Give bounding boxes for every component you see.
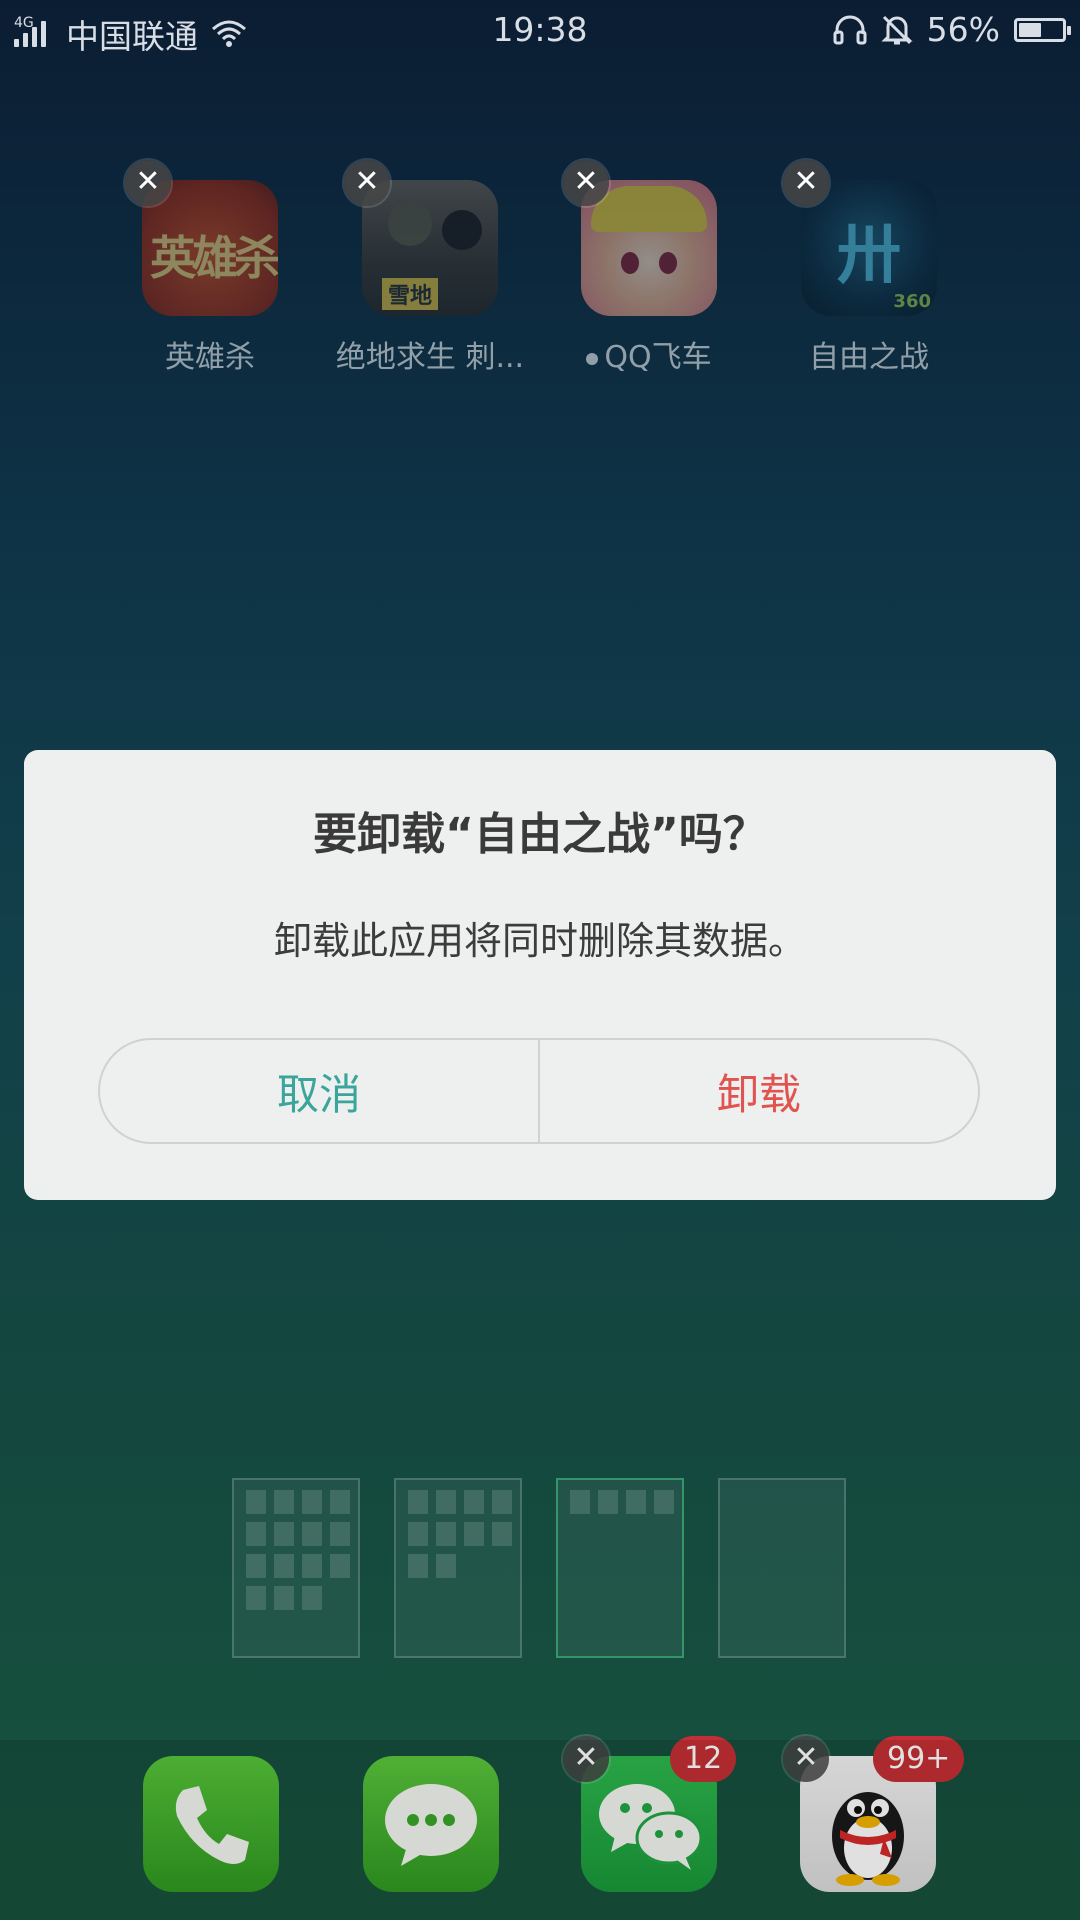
remove-app-button[interactable]: ✕ [563, 160, 609, 206]
uninstall-dialog: 要卸载“自由之战”吗？ 卸载此应用将同时删除其数据。 取消 卸载 [24, 750, 1056, 1200]
battery-percent: 56% [926, 10, 1000, 49]
notification-count-badge: 99+ [873, 1736, 965, 1782]
ziyouzhizhan-game-icon: 卅 360 [801, 180, 937, 316]
page-indicator-thumbnails [232, 1478, 846, 1658]
app-pubg[interactable]: 雪地 绝地求生 刺... [320, 180, 540, 376]
qq-speed-game-icon [581, 180, 717, 316]
phone-icon [175, 1786, 249, 1864]
messages-icon [385, 1784, 477, 1866]
uninstall-button[interactable]: 卸载 [540, 1040, 978, 1142]
page-thumbnail[interactable] [718, 1478, 846, 1658]
remove-app-button[interactable]: ✕ [783, 160, 829, 206]
remove-app-button[interactable]: ✕ [344, 160, 390, 206]
page-thumbnail[interactable] [394, 1478, 522, 1658]
status-bar: 4G 中国联通 19:38 56% [0, 0, 1080, 58]
close-icon: ✕ [573, 164, 599, 199]
remove-app-button[interactable]: ✕ [563, 1736, 609, 1782]
close-icon: ✕ [793, 1740, 819, 1775]
dialog-message: 卸载此应用将同时删除其数据。 [273, 919, 806, 963]
app-label: 绝地求生 刺... [335, 340, 525, 375]
headset-icon [833, 15, 867, 44]
close-icon: ✕ [573, 1740, 599, 1775]
dock-phone-app[interactable] [143, 1756, 279, 1892]
cancel-button[interactable]: 取消 [100, 1040, 540, 1142]
remove-app-button[interactable]: ✕ [783, 1736, 829, 1782]
dialog-button-group: 取消 卸载 [98, 1038, 980, 1144]
app-label: QQ飞车 [604, 340, 712, 375]
close-icon: ✕ [793, 164, 819, 199]
notification-count-badge: 12 [670, 1736, 737, 1782]
close-icon: ✕ [354, 164, 380, 199]
app-yingxiongsha[interactable]: 英雄杀 英雄杀 [100, 180, 320, 376]
close-icon: ✕ [135, 164, 161, 199]
page-thumbnail[interactable] [232, 1478, 360, 1658]
alarm-bell-icon [881, 15, 913, 44]
battery-level-fill [1019, 22, 1041, 37]
page-thumbnail-current[interactable] [556, 1478, 684, 1658]
remove-app-button[interactable]: ✕ [125, 160, 171, 206]
new-app-dot [586, 352, 599, 365]
dialog-title: 要卸载“自由之战”吗？ [313, 809, 767, 860]
app-qq-speed[interactable]: QQ飞车 [539, 180, 759, 376]
app-ziyouzhizhan[interactable]: 卅 360 自由之战 [759, 180, 979, 376]
dock-messages-app[interactable] [363, 1756, 499, 1892]
pubg-game-icon: 雪地 [362, 180, 498, 316]
app-label: 自由之战 [809, 340, 929, 375]
battery-icon [1014, 17, 1071, 42]
app-label: 英雄杀 [165, 340, 255, 375]
